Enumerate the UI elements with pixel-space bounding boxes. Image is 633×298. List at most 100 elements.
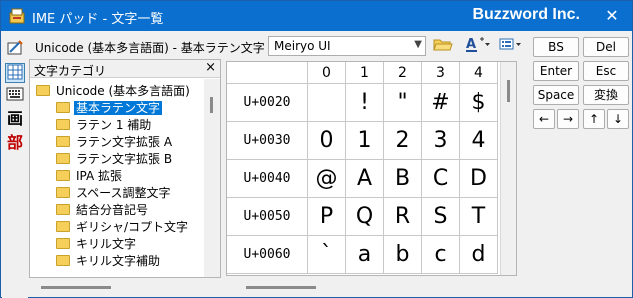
delete-key[interactable]: Del (583, 37, 629, 57)
category-title: 文字カテゴリ (34, 64, 107, 78)
char-cell[interactable]: c (422, 236, 460, 274)
folder-open-icon (36, 85, 50, 96)
char-cell[interactable]: # (422, 84, 460, 122)
tree-item-unicode-bmp[interactable]: Unicode (基本多言語面) (36, 82, 192, 99)
top-bar: Unicode (基本多言語面) - 基本ラテン文字 Meiryo UI ▼ A (29, 33, 527, 59)
char-cell[interactable]: P (308, 198, 346, 236)
category-header: 文字カテゴリ × (30, 60, 220, 78)
char-cell[interactable]: ` (308, 236, 346, 274)
tree-item-combining-diacritics[interactable]: 結合分音記号 (56, 201, 150, 218)
backspace-key[interactable]: BS (533, 37, 579, 57)
char-cell[interactable]: 1 (346, 122, 384, 160)
char-cell[interactable]: 0 (308, 122, 346, 160)
column-header: 3 (422, 62, 460, 84)
folder-icon (56, 221, 70, 232)
mode-toolbar: 画 部 (2, 32, 28, 298)
category-scroll-thumb[interactable] (210, 97, 213, 113)
arrow-up-key[interactable]: ↑ (583, 109, 605, 129)
grid-corner (227, 62, 308, 84)
char-list-mode-button[interactable] (5, 63, 25, 83)
folder-icon (56, 136, 70, 147)
ime-pad-app-icon (9, 8, 25, 24)
row-header: U+0050 (227, 198, 308, 236)
open-folder-icon (433, 39, 453, 51)
chevron-down-icon: ▼ (414, 39, 422, 50)
grid-scroll-thumb[interactable] (507, 80, 510, 102)
ime-pad-window: IME パッド - 文字一覧 Buzzword Inc. ✕ 画 部 Unico… (0, 0, 633, 298)
font-select[interactable]: Meiryo UI ▼ (268, 36, 426, 56)
column-header: 1 (346, 62, 384, 84)
char-cell[interactable]: 3 (422, 122, 460, 160)
space-key[interactable]: Space (533, 85, 579, 105)
enter-key[interactable]: Enter (533, 61, 579, 81)
row-header: U+0040 (227, 160, 308, 198)
handwriting-icon (7, 40, 23, 55)
char-cell[interactable]: b (384, 236, 422, 274)
char-cell[interactable]: C (422, 160, 460, 198)
folder-icon (56, 119, 70, 130)
folder-icon (56, 170, 70, 181)
breadcrumb: Unicode (基本多言語面) - 基本ラテン文字 (35, 41, 265, 55)
arrow-left-key[interactable]: ← (533, 109, 555, 129)
char-cell[interactable]: S (422, 198, 460, 236)
radical-mode-button[interactable]: 部 (5, 133, 25, 153)
char-cell[interactable]: B (384, 160, 422, 198)
char-cell[interactable]: D (460, 160, 498, 198)
char-cell[interactable]: a (346, 236, 384, 274)
char-cell[interactable]: d (460, 236, 498, 274)
view-options-icon (499, 38, 521, 50)
char-cell[interactable]: @ (308, 160, 346, 198)
arrow-down-key[interactable]: ↓ (607, 109, 629, 129)
tree-item-spacing-modifiers[interactable]: スペース調整文字 (56, 184, 173, 201)
open-folder-button[interactable] (433, 36, 453, 56)
character-grid: 0 1 2 3 4 U+0020 ! " # $ U+0030 0 1 2 3 … (226, 61, 517, 276)
char-cell[interactable]: 4 (460, 122, 498, 160)
arrow-right-key[interactable]: → (557, 109, 579, 129)
char-cell[interactable]: 2 (384, 122, 422, 160)
row-header: U+0060 (227, 236, 308, 274)
char-cell[interactable]: " (384, 84, 422, 122)
category-tree: Unicode (基本多言語面) 基本ラテン文字 ラテン 1 補助 ラテン文字拡… (30, 79, 205, 277)
brand-label: Buzzword Inc. (472, 6, 580, 23)
row-header: U+0030 (227, 122, 308, 160)
folder-icon (56, 102, 70, 113)
category-horizontal-scroll-thumb[interactable] (41, 286, 111, 289)
stroke-count-mode-button[interactable]: 画 (5, 109, 25, 129)
tree-item-latin-extended-a[interactable]: ラテン文字拡張 A (56, 133, 174, 150)
char-cell[interactable]: $ (460, 84, 498, 122)
tree-item-cyrillic-supplement[interactable]: キリル文字補助 (56, 252, 162, 269)
row-header: U+0020 (227, 84, 308, 122)
view-options-button[interactable] (499, 36, 523, 56)
folder-icon (56, 238, 70, 249)
char-cell[interactable]: R (384, 198, 422, 236)
font-size-button[interactable]: A (465, 36, 491, 56)
svg-text:A: A (466, 37, 476, 52)
category-close-button[interactable]: × (205, 60, 216, 75)
window-close-button[interactable]: ✕ (592, 1, 632, 31)
tree-item-latin-1-supplement[interactable]: ラテン 1 補助 (56, 116, 153, 133)
tree-item-latin-extended-b[interactable]: ラテン文字拡張 B (56, 150, 174, 167)
soft-keyboard-mode-button[interactable] (5, 87, 25, 107)
folder-icon (56, 255, 70, 266)
column-header: 2 (384, 62, 422, 84)
tree-item-greek-coptic[interactable]: ギリシャ/コプト文字 (56, 218, 190, 235)
soft-keyboard-icon (6, 87, 24, 101)
grid-scrollbar[interactable] (500, 62, 516, 275)
category-scrollbar[interactable] (204, 79, 220, 277)
grid-horizontal-scroll-thumb[interactable] (246, 286, 316, 289)
char-cell[interactable]: Q (346, 198, 384, 236)
char-cell[interactable]: A (346, 160, 384, 198)
tree-item-cyrillic[interactable]: キリル文字 (56, 235, 138, 252)
escape-key[interactable]: Esc (583, 61, 629, 81)
folder-icon (56, 153, 70, 164)
tree-item-basic-latin[interactable]: 基本ラテン文字 (56, 99, 163, 116)
handwriting-mode-button[interactable] (5, 39, 25, 59)
title-bar: IME パッド - 文字一覧 Buzzword Inc. ✕ (1, 1, 632, 31)
char-cell[interactable] (308, 84, 346, 122)
convert-key[interactable]: 変換 (583, 85, 629, 105)
tree-item-ipa-extensions[interactable]: IPA 拡張 (56, 167, 124, 184)
column-header: 4 (460, 62, 498, 84)
char-cell[interactable]: ! (346, 84, 384, 122)
char-cell[interactable]: T (460, 198, 498, 236)
font-size-icon: A (466, 37, 490, 52)
